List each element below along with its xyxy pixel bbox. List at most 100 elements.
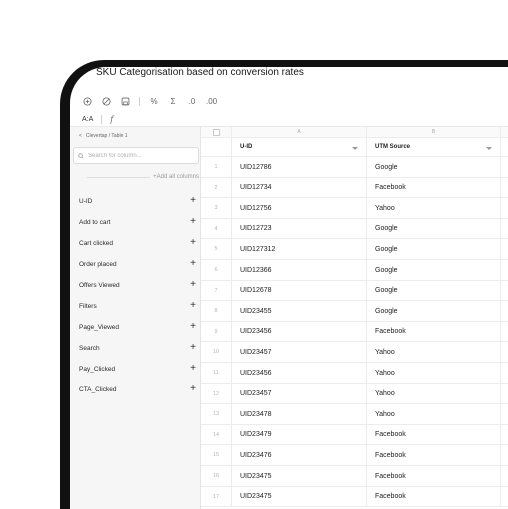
cell-uid[interactable]: UID23456 [232, 363, 367, 384]
cell-uid[interactable]: UID23456 [232, 322, 367, 342]
cell-uid[interactable]: UID23479 [232, 425, 367, 445]
column-item[interactable]: Cart clicked + [79, 237, 196, 249]
cell-uid[interactable]: UID12786 [232, 157, 367, 178]
column-letter[interactable] [501, 127, 508, 138]
cell-utm-source[interactable]: Yahoo [367, 404, 501, 425]
chevron-down-icon[interactable] [486, 147, 492, 150]
save-icon[interactable] [120, 96, 130, 106]
app-screen: SKU Categorisation based on conversion r… [70, 67, 508, 509]
cell-utm-source[interactable]: Google [367, 301, 501, 322]
add-column-icon[interactable]: + [190, 196, 196, 206]
cell-uid[interactable]: UID23457 [232, 384, 367, 404]
cell-uid[interactable]: UID12678 [232, 281, 367, 301]
cell-utm-source[interactable]: Facebook [367, 466, 501, 487]
cell-utm-source[interactable]: Google [367, 281, 501, 301]
cell-utm-source[interactable]: Facebook [367, 178, 501, 198]
chevron-down-icon[interactable] [352, 147, 358, 150]
cell-empty[interactable] [501, 342, 508, 363]
cell-uid[interactable]: UID12734 [232, 178, 367, 198]
column-item[interactable]: CTA_Clicked + [79, 383, 196, 395]
select-all-checkbox[interactable] [201, 127, 232, 138]
add-column-icon[interactable]: + [190, 364, 196, 374]
decrease-decimal-icon[interactable]: .0 [187, 96, 197, 106]
cell-utm-source[interactable]: Google [367, 239, 501, 260]
column-search[interactable] [73, 147, 199, 164]
cell-empty[interactable] [501, 445, 508, 466]
cell-empty[interactable] [501, 178, 508, 198]
column-header[interactable]: S [501, 138, 508, 157]
cell-uid[interactable]: UID23455 [232, 301, 367, 322]
cell-utm-source[interactable]: Facebook [367, 322, 501, 342]
column-header-label: U-ID [240, 144, 253, 150]
increase-decimal-icon[interactable]: .00 [206, 96, 217, 106]
chevron-left-icon[interactable]: < [79, 133, 82, 139]
cell-utm-source[interactable]: Facebook [367, 445, 501, 466]
cell-empty[interactable] [501, 487, 508, 507]
add-circle-icon[interactable] [82, 96, 92, 106]
cell-utm-source[interactable]: Yahoo [367, 198, 501, 219]
function-icon[interactable]: f [110, 115, 113, 124]
cell-utm-source[interactable]: Facebook [367, 425, 501, 445]
column-search-input[interactable] [88, 152, 198, 159]
cell-empty[interactable] [501, 219, 508, 239]
cell-empty[interactable] [501, 384, 508, 404]
cell-empty[interactable] [501, 239, 508, 260]
cell-empty[interactable] [501, 363, 508, 384]
column-item[interactable]: Add to cart + [79, 216, 196, 228]
column-letter[interactable]: A [232, 127, 367, 138]
cell-empty[interactable] [501, 301, 508, 322]
cell-utm-source[interactable]: Google [367, 157, 501, 178]
cell-utm-source[interactable]: Yahoo [367, 342, 501, 363]
cell-uid[interactable]: UID12366 [232, 260, 367, 281]
cell-uid[interactable]: UID12723 [232, 219, 367, 239]
add-column-icon[interactable]: + [190, 343, 196, 353]
add-column-icon[interactable]: + [190, 322, 196, 332]
column-item[interactable]: Pay_Clicked + [79, 363, 196, 375]
cell-empty[interactable] [501, 425, 508, 445]
text-case-button[interactable]: A:A [82, 116, 93, 123]
add-column-icon[interactable]: + [190, 217, 196, 227]
cell-utm-source[interactable]: Yahoo [367, 363, 501, 384]
add-column-icon[interactable]: + [190, 280, 196, 290]
add-column-icon[interactable]: + [190, 301, 196, 311]
cell-empty[interactable] [501, 157, 508, 178]
add-all-columns-button[interactable]: +Add all columns [153, 174, 199, 180]
cell-empty[interactable] [501, 404, 508, 425]
cell-empty[interactable] [501, 198, 508, 219]
cell-uid[interactable]: UID23478 [232, 404, 367, 425]
cell-utm-source[interactable]: Facebook [367, 487, 501, 507]
percent-icon[interactable]: % [149, 96, 159, 106]
cell-empty[interactable] [501, 466, 508, 487]
sigma-icon[interactable]: Σ [168, 96, 178, 106]
cell-uid[interactable]: UID23457 [232, 342, 367, 363]
cell-uid[interactable]: UID127312 [232, 239, 367, 260]
cell-uid[interactable]: UID23476 [232, 445, 367, 466]
cell-empty[interactable] [501, 281, 508, 301]
column-header[interactable]: U-ID [232, 138, 367, 157]
column-header-label: UTM Source [375, 144, 411, 150]
row-number: 7 [201, 281, 232, 301]
cell-empty[interactable] [501, 260, 508, 281]
cell-utm-source[interactable]: Yahoo [367, 384, 501, 404]
column-item[interactable]: Filters + [79, 300, 196, 312]
cell-uid[interactable]: UID23475 [232, 466, 367, 487]
add-column-icon[interactable]: + [190, 238, 196, 248]
breadcrumb-label[interactable]: Clevertap / Table 1 [86, 133, 128, 139]
cell-uid[interactable]: UID12756 [232, 198, 367, 219]
column-header[interactable]: UTM Source [367, 138, 501, 157]
column-item[interactable]: Page_Viewed + [79, 321, 196, 333]
column-item[interactable]: U-ID + [79, 195, 196, 207]
cell-utm-source[interactable]: Google [367, 219, 501, 239]
cell-utm-source[interactable]: Google [367, 260, 501, 281]
cell-uid[interactable]: UID23475 [232, 487, 367, 507]
hide-icon[interactable] [101, 96, 111, 106]
checkbox-box[interactable] [212, 128, 220, 136]
toolbar-divider [139, 96, 140, 106]
column-item[interactable]: Order placed + [79, 258, 196, 270]
cell-empty[interactable] [501, 322, 508, 342]
column-item[interactable]: Search + [79, 342, 196, 354]
column-item[interactable]: Offers Viewed + [79, 279, 196, 291]
add-column-icon[interactable]: + [190, 384, 196, 394]
add-column-icon[interactable]: + [190, 259, 196, 269]
column-letter[interactable]: B [367, 127, 501, 138]
